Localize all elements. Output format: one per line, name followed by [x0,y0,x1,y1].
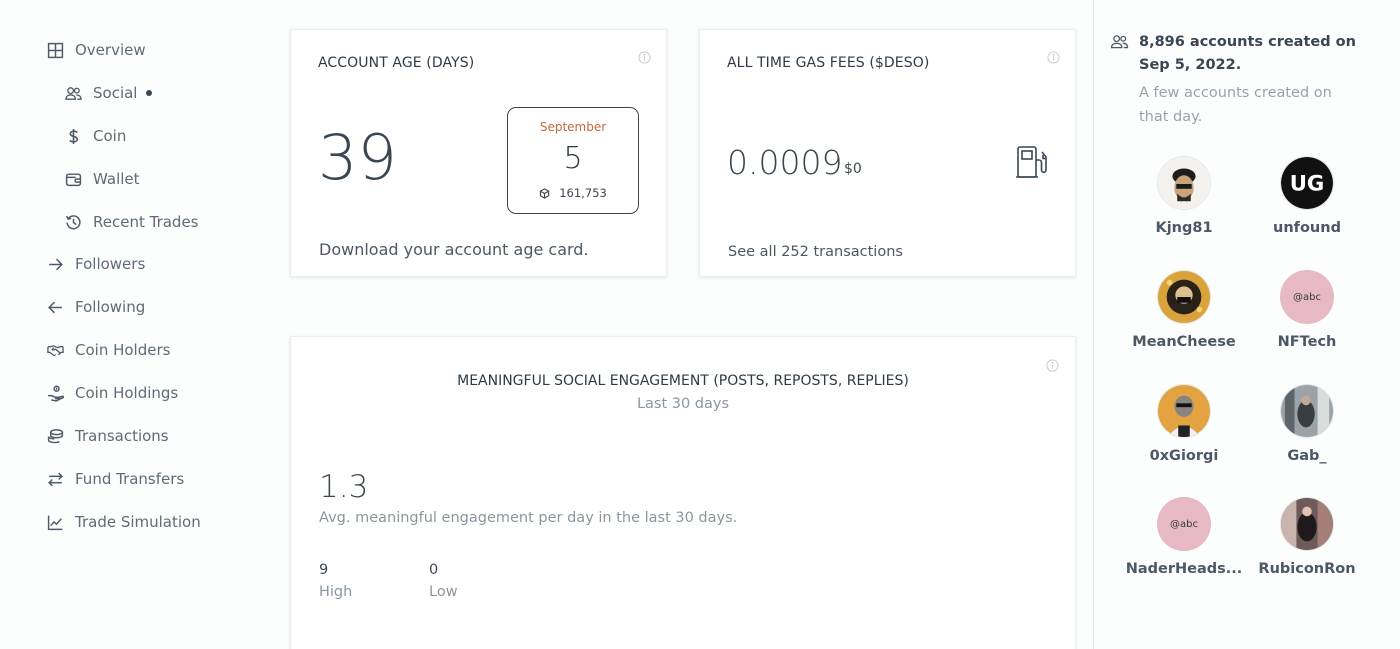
sidebar-item-recent-trades[interactable]: Recent Trades [64,213,199,231]
active-indicator-dot [146,90,153,96]
card-title: ACCOUNT AGE (DAYS) [318,55,475,71]
sidebar-nav: Overview Social Coin Wallet Recent Trade… [0,0,270,649]
card-title: MEANINGFUL SOCIAL ENGAGEMENT (POSTS, REP… [457,373,909,389]
sidebar-item-label: Overview [75,41,146,59]
sidebar-item-label: Transactions [75,427,169,445]
gas-fees-usd: $0 [844,161,862,177]
account-card[interactable]: Kjng81 [1124,156,1244,236]
sidebar-item-fund-transfers[interactable]: Fund Transfers [46,470,184,488]
cube-icon [540,187,550,199]
stat-value: 0 [429,562,439,578]
account-card[interactable]: 0xGiorgi [1124,384,1244,464]
engagement-card: MEANINGFUL SOCIAL ENGAGEMENT (POSTS, REP… [290,336,1076,649]
sidebar-item-label: Followers [75,255,146,273]
avatar: UG [1280,156,1334,210]
avatar [1280,384,1334,438]
avatar [1157,384,1211,438]
engagement-low-stat: 0 Low [429,562,458,600]
engagement-caption: Avg. meaningful engagement per day in th… [319,510,738,526]
sidebar-item-label: Social [93,84,138,102]
account-name: MeanCheese [1132,334,1236,350]
gas-fees-card: ALL TIME GAS FEES ($DESO) 0.0009 $0 See … [699,29,1076,277]
account-card[interactable]: UG unfound [1247,156,1367,236]
download-age-card-link[interactable]: Download your account age card. [319,240,589,259]
dollar-icon [64,127,82,145]
block-height-value: 161,753 [559,186,607,200]
calendar-card: September 5 161,753 [507,107,639,214]
gas-fees-value: 0.0009 [727,143,843,182]
account-card[interactable]: Gab_ [1247,384,1367,464]
block-height: 161,753 [508,186,638,200]
account-name: 0xGiorgi [1149,448,1219,464]
hand-coin-icon [46,384,64,402]
avatar-placeholder-text: @abc [1293,291,1321,303]
avatar-placeholder-text: @abc [1170,518,1198,530]
arrow-right-icon [46,255,64,273]
info-icon[interactable] [1047,49,1060,64]
info-icon[interactable] [1046,357,1059,372]
swap-arrows-icon [46,470,64,488]
svg-text:UG: UG [1290,171,1325,196]
calendar-month: September [539,120,607,134]
account-name: RubiconRon [1258,561,1356,577]
history-icon [64,213,82,231]
stat-label: Low [429,584,458,600]
sidebar-item-coin[interactable]: Coin [64,127,126,145]
arrow-left-icon [46,298,64,316]
panel-divider [1093,0,1094,649]
sidebar-item-label: Coin [93,127,127,145]
sidebar-item-coin-holdings[interactable]: Coin Holdings [46,384,178,402]
calendar-day: 5 [563,141,583,176]
coins-stack-icon [46,427,64,445]
sidebar-item-followers[interactable]: Followers [46,255,145,273]
sidebar-item-following[interactable]: Following [46,298,145,316]
engagement-high-stat: 9 High [319,562,352,600]
sidebar-item-trade-simulation[interactable]: Trade Simulation [46,513,201,531]
sidebar-item-label: Fund Transfers [75,470,185,488]
accounts-created-title: 8,896 accounts created on Sep 5, 2022. [1139,34,1356,73]
avatar: @abc [1157,497,1211,551]
sidebar-item-label: Coin Holders [75,341,171,359]
stat-value: 9 [319,562,329,578]
card-title: ALL TIME GAS FEES ($DESO) [727,55,930,71]
sidebar-item-label: Recent Trades [93,213,199,231]
accounts-created-subtitle: A few accounts created on that day. [1139,85,1332,125]
sidebar-item-coin-holders[interactable]: Coin Holders [46,341,170,359]
sidebar-item-wallet[interactable]: Wallet [64,170,140,188]
account-card[interactable]: @abc NFTech [1247,270,1367,350]
sidebar-item-transactions[interactable]: Transactions [46,427,169,445]
account-age-card: ACCOUNT AGE (DAYS) 39 September 5 161,75… [290,29,667,277]
sidebar-item-overview[interactable]: Overview [46,41,146,59]
line-chart-icon [46,513,64,531]
card-subtitle: Last 30 days [636,396,730,412]
sidebar-item-label: Following [75,298,146,316]
account-name: Kjng81 [1155,220,1213,236]
engagement-value: 1.3 [319,469,369,505]
info-icon[interactable] [638,49,651,64]
account-card[interactable]: @abc NaderHeads... [1124,497,1244,577]
avatar: @abc [1280,270,1334,324]
users-icon [1110,34,1129,49]
account-card[interactable]: MeanCheese [1124,270,1244,350]
account-age-value: 39 [318,121,397,194]
account-card[interactable]: RubiconRon [1247,497,1367,577]
avatar [1280,497,1334,551]
see-all-transactions-link[interactable]: See all 252 transactions [728,244,903,260]
sidebar-item-label: Wallet [93,170,140,188]
avatar [1157,156,1211,210]
wallet-icon [64,170,82,188]
grid-icon [46,41,64,59]
account-name: unfound [1273,220,1341,236]
users-icon [64,84,82,102]
handshake-icon [46,341,64,359]
stat-label: High [319,584,353,600]
sidebar-item-label: Coin Holdings [75,384,179,402]
account-name: NFTech [1277,334,1337,350]
avatar [1157,270,1211,324]
account-name: Gab_ [1287,448,1327,464]
gas-pump-icon [1014,143,1052,181]
sidebar-item-label: Trade Simulation [75,513,201,531]
account-name: NaderHeads... [1125,561,1243,577]
sidebar-item-social[interactable]: Social [64,84,153,102]
